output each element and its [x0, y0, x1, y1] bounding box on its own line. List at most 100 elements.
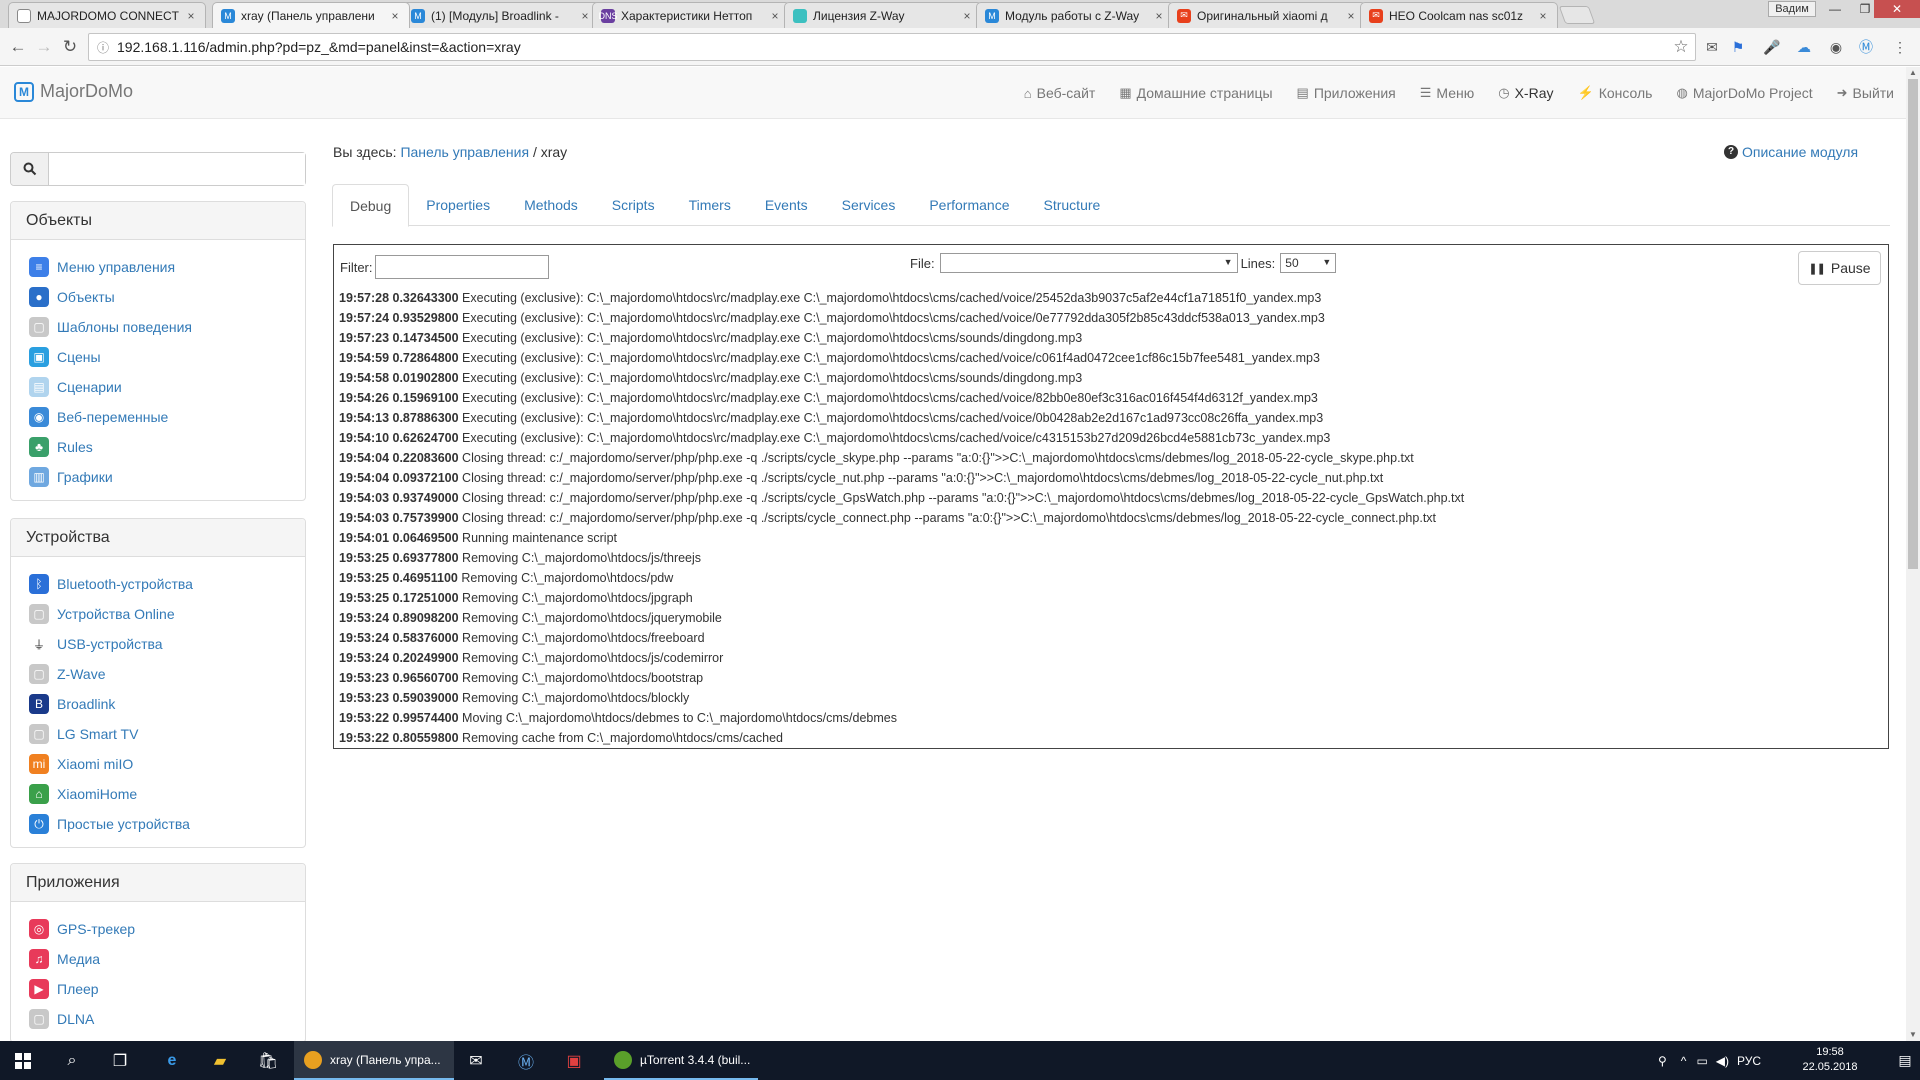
- extension-flag-icon[interactable]: ⚑: [1728, 37, 1748, 57]
- nav-link[interactable]: ◍ MajorDoMo Project: [1664, 67, 1824, 119]
- extension-circle-icon[interactable]: ◉: [1826, 37, 1846, 57]
- forward-icon[interactable]: →: [34, 37, 54, 57]
- new-tab-button[interactable]: [1558, 6, 1596, 24]
- clock[interactable]: 19:58 22.05.2018: [1800, 1045, 1860, 1075]
- search-icon[interactable]: ⌕: [50, 1041, 94, 1080]
- browser-tab[interactable]: ✉ HEO Coolcam nas sc01z ×: [1360, 2, 1558, 28]
- sidebar-item[interactable]: ⌂ XiaomiHome: [29, 779, 287, 809]
- taskbar-app[interactable]: xray (Панель упра...: [294, 1041, 454, 1080]
- browser-tab[interactable]: Лицензия Z-Way ×: [784, 2, 982, 28]
- tab-debug[interactable]: Debug: [332, 184, 410, 227]
- sidebar-item[interactable]: ▢ LG Smart TV: [29, 719, 287, 749]
- sidebar-item[interactable]: ▶ Плеер: [29, 974, 287, 1004]
- tab-services[interactable]: Services: [825, 184, 913, 226]
- tab-scripts[interactable]: Scripts: [595, 184, 672, 226]
- weather-extension-icon[interactable]: ☁: [1794, 37, 1814, 57]
- tab-close-icon[interactable]: ×: [389, 9, 401, 23]
- back-icon[interactable]: ←: [8, 37, 28, 57]
- tab-close-icon[interactable]: ×: [1537, 9, 1549, 23]
- sidebar-item[interactable]: ◉ Веб-переменные: [29, 402, 287, 432]
- file-select[interactable]: ▼: [939, 253, 1238, 273]
- brand[interactable]: M MajorDoMo: [14, 81, 133, 102]
- address-url[interactable]: 192.168.1.116/admin.php?pd=pz_&md=panel&…: [117, 39, 1667, 55]
- tab-events[interactable]: Events: [748, 184, 825, 226]
- tab-methods[interactable]: Methods: [507, 184, 595, 226]
- tab-close-icon[interactable]: ×: [769, 9, 781, 23]
- scroll-down-icon[interactable]: ▼: [1906, 1029, 1920, 1041]
- microphone-extension-icon[interactable]: 🎤: [1762, 37, 1782, 57]
- search-icon[interactable]: [11, 153, 49, 185]
- sidebar-item[interactable]: ▢ DLNA: [29, 1004, 287, 1034]
- tab-close-icon[interactable]: ×: [185, 9, 197, 23]
- search-input[interactable]: [49, 153, 305, 185]
- sidebar-item[interactable]: ⏚ USB-устройства: [29, 629, 287, 659]
- tab-performance[interactable]: Performance: [912, 184, 1026, 226]
- mail-icon[interactable]: ✉: [454, 1041, 498, 1080]
- scrollbar-thumb[interactable]: [1908, 79, 1918, 569]
- bookmark-star-icon[interactable]: ☆: [1667, 37, 1695, 57]
- sidebar-item[interactable]: ♣ Rules: [29, 432, 287, 462]
- sidebar-item[interactable]: ♫ Медиа: [29, 944, 287, 974]
- browser-tab[interactable]: DNS Характеристики Неттоп ×: [592, 2, 790, 28]
- sidebar-item[interactable]: ▥ Графики: [29, 462, 287, 492]
- browser-tab[interactable]: M Модуль работы с Z-Way ×: [976, 2, 1174, 28]
- browser-tab[interactable]: M (1) [Модуль] Broadlink - ×: [402, 2, 600, 28]
- nav-link[interactable]: ⚡ Консоль: [1566, 67, 1665, 119]
- gmail-extension-icon[interactable]: ✉: [1702, 37, 1722, 57]
- tab-close-icon[interactable]: ×: [1345, 9, 1357, 23]
- tab-close-icon[interactable]: ×: [961, 9, 973, 23]
- volume-icon[interactable]: ◀): [1716, 1054, 1729, 1068]
- sidebar-item[interactable]: ● Объекты: [29, 282, 287, 312]
- majordomo-extension-icon[interactable]: Ⓜ: [1856, 37, 1876, 57]
- tab-properties[interactable]: Properties: [409, 184, 507, 226]
- filter-input[interactable]: [374, 255, 549, 279]
- file-explorer-icon[interactable]: ▰: [198, 1041, 242, 1080]
- task-view-icon[interactable]: ❐: [98, 1041, 142, 1080]
- breadcrumb-link-panel[interactable]: Панель управления: [400, 144, 529, 160]
- majordomo-taskbar-icon[interactable]: Ⓜ: [504, 1041, 548, 1080]
- lines-select[interactable]: 50 ▼: [1280, 253, 1337, 273]
- language-indicator[interactable]: РУС: [1737, 1054, 1761, 1068]
- app-taskbar-icon[interactable]: ▣: [552, 1041, 596, 1080]
- pause-button[interactable]: ❚❚ Pause: [1798, 251, 1881, 285]
- module-help-label[interactable]: Описание модуля: [1742, 144, 1858, 160]
- sidebar-item[interactable]: ◎ GPS-трекер: [29, 914, 287, 944]
- windows-start-icon[interactable]: [0, 1041, 46, 1080]
- sidebar-item[interactable]: ▤ Сценарии: [29, 372, 287, 402]
- edge-icon[interactable]: e: [150, 1041, 194, 1080]
- nav-link[interactable]: ◷ X-Ray: [1486, 67, 1565, 119]
- page-scrollbar[interactable]: ▲ ▼: [1906, 67, 1920, 1041]
- info-icon[interactable]: ⓘ: [97, 39, 109, 56]
- close-window-icon[interactable]: ✕: [1874, 0, 1920, 18]
- nav-link[interactable]: ▦ Домашние страницы: [1107, 67, 1284, 119]
- sidebar-item[interactable]: ▢ Z-Wave: [29, 659, 287, 689]
- sidebar-item[interactable]: ▣ Сцены: [29, 342, 287, 372]
- window-user-badge[interactable]: Вадим: [1768, 1, 1816, 17]
- nav-link[interactable]: ⌂ Веб-сайт: [1012, 67, 1108, 119]
- tab-close-icon[interactable]: ×: [1153, 9, 1165, 23]
- reload-icon[interactable]: ↻: [60, 37, 80, 57]
- browser-tab[interactable]: Mxray (Панель управлени ×: [212, 2, 410, 28]
- sidebar-item[interactable]: ᛒ Bluetooth-устройства: [29, 569, 287, 599]
- nav-link[interactable]: ☰ Меню: [1408, 67, 1487, 119]
- module-help-link[interactable]: ? Описание модуля: [1724, 144, 1858, 160]
- address-bar[interactable]: ⓘ 192.168.1.116/admin.php?pd=pz_&md=pane…: [88, 33, 1696, 61]
- sidebar-item[interactable]: mi Xiaomi miIO: [29, 749, 287, 779]
- nav-link[interactable]: ➜ Выйти: [1825, 67, 1906, 119]
- store-icon[interactable]: 🛍: [246, 1041, 290, 1080]
- people-icon[interactable]: ⚲: [1658, 1054, 1667, 1068]
- sidebar-item[interactable]: ▢ Устройства Online: [29, 599, 287, 629]
- tab-close-icon[interactable]: ×: [579, 9, 591, 23]
- network-icon[interactable]: ▭: [1696, 1054, 1707, 1068]
- sidebar-item[interactable]: B Broadlink: [29, 689, 287, 719]
- tab-timers[interactable]: Timers: [672, 184, 748, 226]
- scroll-up-icon[interactable]: ▲: [1906, 67, 1920, 79]
- nav-link[interactable]: ▤ Приложения: [1285, 67, 1408, 119]
- notifications-icon[interactable]: ▤: [1890, 1041, 1920, 1080]
- sidebar-item[interactable]: ▢ Шаблоны поведения: [29, 312, 287, 342]
- tray-expand-icon[interactable]: ^: [1681, 1054, 1687, 1068]
- minimize-icon[interactable]: —: [1820, 0, 1850, 18]
- sidebar-item[interactable]: ⏻ Простые устройства: [29, 809, 287, 839]
- chrome-menu-icon[interactable]: ⋮: [1890, 37, 1910, 57]
- browser-tab[interactable]: □ MAJORDOMO CONNECT ×: [8, 2, 206, 28]
